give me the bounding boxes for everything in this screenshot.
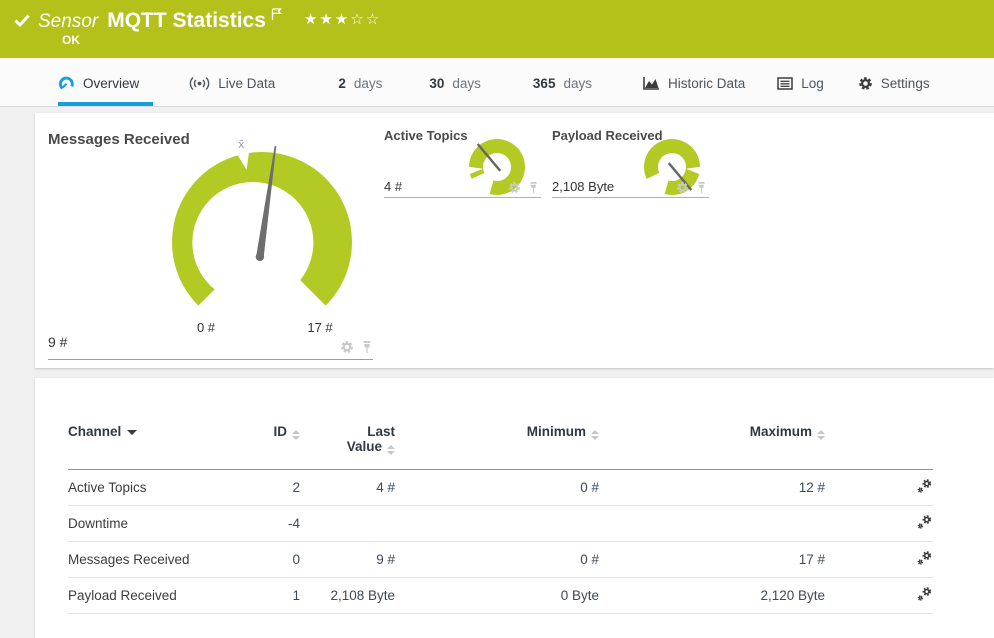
- channel-minimum: 0 Byte: [560, 588, 599, 603]
- tab-log-label: Log: [801, 75, 824, 91]
- channel-minimum: 0 #: [580, 480, 599, 495]
- channel-id: 1: [292, 588, 300, 603]
- column-header-maximum[interactable]: Maximum: [599, 414, 825, 470]
- gauge-min-label: 0 #: [196, 320, 216, 335]
- tab-settings[interactable]: Settings: [858, 58, 930, 106]
- column-header-minimum[interactable]: Minimum: [395, 414, 599, 470]
- status-badge: OK: [62, 33, 80, 47]
- channel-id: 2: [292, 480, 300, 495]
- gauge-active-topics[interactable]: Active Topics 4 #: [384, 128, 541, 203]
- gauges-panel: Messages Received x̄ 0 # 17 # 9 # Active…: [35, 113, 994, 368]
- column-header-actions: [825, 414, 933, 470]
- primary-gauge-dial: x̄: [172, 138, 352, 306]
- sort-icon: [387, 445, 395, 455]
- sort-icon: [591, 430, 599, 440]
- average-marker-label: x̄: [238, 138, 245, 151]
- gauge-underline: [384, 197, 541, 198]
- area-chart-icon: [643, 77, 659, 90]
- gauge-messages-received[interactable]: Messages Received x̄ 0 # 17 # 9 #: [48, 121, 373, 362]
- channel-name[interactable]: Downtime: [68, 506, 248, 542]
- channel-settings-gears-icon[interactable]: [916, 550, 933, 567]
- channel-settings-gears-icon[interactable]: [916, 478, 933, 495]
- channel-id: 0: [292, 552, 300, 567]
- table-row[interactable]: Active Topics 2 4 # 0 # 12 #: [68, 470, 933, 506]
- sensor-type-label: Sensor: [38, 11, 99, 32]
- tab-365-days[interactable]: 365 days: [533, 58, 592, 106]
- tab-2-days[interactable]: 2 days: [338, 58, 382, 106]
- channel-name[interactable]: Messages Received: [68, 542, 248, 578]
- channel-id: -4: [287, 516, 300, 531]
- gauge-underline: [48, 359, 373, 360]
- broadcast-icon: [189, 76, 210, 90]
- table-row[interactable]: Downtime -4: [68, 506, 933, 542]
- gauge-settings-gear-icon[interactable]: [508, 181, 521, 194]
- tab-overview-label: Overview: [83, 75, 140, 91]
- gauge-underline: [552, 197, 709, 198]
- tab-live-data-label: Live Data: [218, 75, 276, 91]
- gear-icon: [858, 76, 872, 90]
- priority-stars[interactable]: ★★★☆☆: [304, 8, 381, 28]
- table-header-row: Channel ID Last Value Minimum Maximum: [68, 414, 933, 470]
- tab-historic-data[interactable]: Historic Data: [643, 58, 745, 106]
- channel-maximum: [599, 506, 825, 542]
- tab-historic-label: Historic Data: [667, 75, 746, 91]
- channel-settings-gears-icon[interactable]: [916, 586, 933, 603]
- gauge-current-value: 2,108 Byte: [552, 179, 615, 194]
- sensor-title: MQTT Statistics: [107, 9, 266, 32]
- channel-minimum: 0 #: [580, 552, 599, 567]
- channel-minimum: [395, 506, 599, 542]
- pin-icon[interactable]: [696, 181, 707, 194]
- gauge-current-value: 9 #: [48, 334, 68, 350]
- column-header-last-value[interactable]: Last Value: [300, 414, 395, 470]
- channel-last-value: 4 #: [376, 480, 395, 495]
- sensor-status-header: Sensor MQTT Statistics ★★★☆☆ OK: [0, 0, 994, 58]
- channel-maximum: 17 #: [798, 552, 825, 567]
- tab-live-data[interactable]: Live Data: [189, 58, 275, 106]
- log-list-icon: [777, 76, 794, 90]
- gauge-current-value: 4 #: [384, 179, 403, 194]
- column-header-channel[interactable]: Channel: [68, 414, 248, 470]
- gauge-max-label: 17 #: [307, 320, 333, 335]
- sort-desc-icon: [127, 430, 138, 435]
- sort-icon: [817, 430, 825, 440]
- channel-last-value: [300, 506, 395, 542]
- column-header-id[interactable]: ID: [248, 414, 300, 470]
- channel-table: Channel ID Last Value Minimum Maximum Ac…: [68, 414, 933, 614]
- tab-log[interactable]: Log: [777, 58, 824, 106]
- gauge-payload-received[interactable]: Payload Received 2,108 Byte: [552, 128, 709, 203]
- channel-name[interactable]: Active Topics: [68, 470, 248, 506]
- channels-panel: Channel ID Last Value Minimum Maximum Ac…: [35, 378, 994, 638]
- table-row[interactable]: Messages Received 0 9 # 0 # 17 #: [68, 542, 933, 578]
- pin-icon[interactable]: [361, 340, 373, 354]
- tab-30-days[interactable]: 30 days: [429, 58, 481, 106]
- channel-maximum: 2,120 Byte: [760, 588, 825, 603]
- channel-settings-gears-icon[interactable]: [916, 514, 933, 531]
- tab-settings-label: Settings: [880, 75, 930, 91]
- channel-name[interactable]: Payload Received: [68, 578, 248, 614]
- gauge-icon: [59, 76, 74, 89]
- gauge-settings-gear-icon[interactable]: [676, 181, 689, 194]
- pin-icon[interactable]: [528, 181, 539, 194]
- gauge-title: Active Topics: [384, 128, 468, 143]
- table-row[interactable]: Payload Received 1 2,108 Byte 0 Byte 2,1…: [68, 578, 933, 614]
- gauge-settings-gear-icon[interactable]: [340, 340, 354, 354]
- sort-icon: [292, 430, 300, 440]
- priority-flag-icon[interactable]: [271, 8, 282, 21]
- channel-last-value: 2,108 Byte: [330, 588, 395, 603]
- channel-last-value: 9 #: [376, 552, 395, 567]
- ok-check-icon: [14, 14, 30, 27]
- tab-overview[interactable]: Overview: [58, 58, 154, 106]
- channel-maximum: 12 #: [798, 480, 825, 495]
- tab-bar: Overview Live Data 2 days 30 days 365 da…: [0, 58, 994, 107]
